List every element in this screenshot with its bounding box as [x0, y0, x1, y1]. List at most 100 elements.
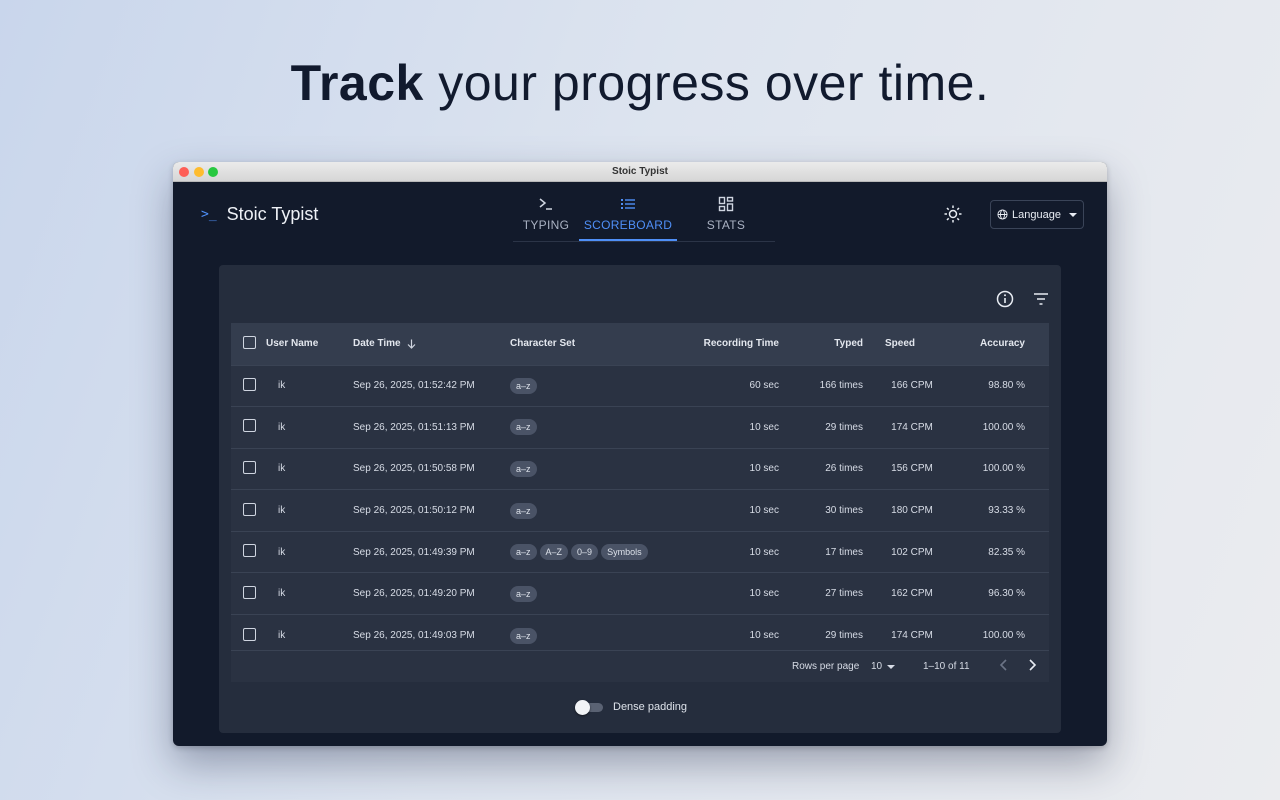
tab-stats-label: STATS — [706, 218, 746, 232]
user-name-cell: ik — [278, 505, 286, 517]
table-row[interactable]: ik Sep 26, 2025, 01:50:12 PM a–z 10 sec 30 t… — [231, 489, 1049, 532]
row-checkbox[interactable] — [243, 585, 256, 599]
select-all-cell — [231, 323, 266, 365]
table-row[interactable]: ik Sep 26, 2025, 01:52:42 PM a–z 60 sec 166 … — [231, 365, 1049, 407]
column-header-typed[interactable]: Typed — [793, 323, 873, 365]
headline-bold: Track — [290, 55, 424, 111]
table-row[interactable]: ik Sep 26, 2025, 01:51:13 PM a–z 10 sec 29 t… — [231, 406, 1049, 449]
theme-toggle-button[interactable] — [943, 204, 963, 224]
pagination-range: 1–10 of 11 — [923, 661, 970, 672]
character-set-cell: a–z A–Z 0–9 Symbols — [510, 531, 681, 573]
window-title: Stoic Typist — [612, 166, 668, 177]
scoreboard-table: User Name Date Time Character Set Record… — [231, 323, 1049, 656]
recording-time-cell: 10 sec — [749, 505, 779, 517]
character-set-cell: a–z — [510, 490, 681, 532]
headline-rest: your progress over time. — [423, 55, 990, 111]
main-tabs: TYPING SCOREBOARD STATS — [513, 182, 775, 242]
filter-icon — [1034, 293, 1048, 305]
row-checkbox[interactable] — [243, 502, 256, 516]
character-set-chip: a–z — [510, 377, 537, 394]
row-select-cell — [231, 531, 266, 573]
column-header-accuracy[interactable]: Accuracy — [951, 323, 1049, 365]
list-icon — [620, 194, 636, 214]
recording-time-cell: 10 sec — [749, 463, 779, 475]
character-set-cell: a–z — [510, 573, 681, 615]
row-checkbox[interactable] — [243, 460, 256, 474]
character-set-cell: a–z — [510, 407, 681, 449]
table-pagination: Rows per page 10 1–10 of 11 — [231, 650, 1049, 682]
accuracy-cell: 98.80 % — [988, 380, 1025, 392]
column-header-date-time[interactable]: Date Time — [353, 323, 510, 365]
table-header-row: User Name Date Time Character Set Record… — [231, 323, 1049, 365]
character-set-chip: a–z — [510, 544, 537, 561]
terminal-icon — [538, 194, 554, 214]
accuracy-cell: 100.00 % — [982, 421, 1025, 433]
panel-toolbar — [995, 289, 1051, 309]
row-select-cell — [231, 407, 266, 449]
character-set-chip: A–Z — [539, 544, 569, 561]
scoreboard-panel: User Name Date Time Character Set Record… — [219, 265, 1061, 733]
filter-button[interactable] — [1031, 289, 1051, 309]
dense-padding-control: Dense padding — [575, 700, 688, 715]
typed-cell: 29 times — [825, 421, 863, 433]
arrow-down-icon — [407, 339, 416, 349]
character-set-chip: a–z — [510, 627, 537, 644]
info-button[interactable] — [995, 289, 1015, 309]
character-set-chip: Symbols — [601, 544, 648, 561]
date-time-header-label: Date Time — [353, 338, 401, 350]
dense-padding-switch[interactable] — [575, 700, 603, 715]
character-set-cell: a–z — [510, 365, 681, 407]
tab-scoreboard[interactable]: SCOREBOARD — [579, 182, 677, 241]
column-header-recording-time[interactable]: Recording Time — [681, 323, 793, 365]
info-icon — [996, 290, 1014, 308]
recording-time-cell: 60 sec — [749, 380, 779, 392]
user-name-cell: ik — [278, 380, 286, 392]
user-name-cell: ik — [278, 588, 286, 600]
character-set-chip: a–z — [510, 419, 537, 436]
chevron-left-icon — [999, 659, 1007, 671]
table-row[interactable]: ik Sep 26, 2025, 01:49:39 PM a–z A–Z 0–9 Symb… — [231, 531, 1049, 573]
switch-knob — [575, 700, 590, 715]
row-checkbox[interactable] — [243, 377, 256, 391]
row-select-cell — [231, 365, 266, 407]
recording-time-cell: 10 sec — [749, 546, 779, 558]
table-row[interactable]: ik Sep 26, 2025, 01:49:20 PM a–z 10 sec 27 t… — [231, 572, 1049, 615]
date-time-cell: Sep 26, 2025, 01:51:13 PM — [353, 421, 475, 433]
dense-padding-label: Dense padding — [613, 701, 688, 713]
next-page-button[interactable] — [1026, 658, 1038, 675]
scoreboard-table-container: User Name Date Time Character Set Record… — [231, 323, 1049, 682]
column-header-user-name[interactable]: User Name — [266, 323, 353, 365]
select-all-checkbox[interactable] — [243, 335, 256, 349]
tab-typing[interactable]: TYPING — [513, 182, 579, 241]
brand: >_ Stoic Typist — [201, 204, 318, 225]
column-header-character-set[interactable]: Character Set — [510, 323, 681, 365]
accuracy-cell: 82.35 % — [988, 546, 1025, 558]
terminal-prompt-icon: >_ — [201, 207, 217, 222]
character-set-chip: 0–9 — [571, 544, 599, 561]
row-select-cell — [231, 573, 266, 615]
table-row[interactable]: ik Sep 26, 2025, 01:50:58 PM a–z 10 sec 26 t… — [231, 448, 1049, 490]
character-set-chip: a–z — [510, 502, 537, 519]
previous-page-button[interactable] — [998, 658, 1010, 675]
chevron-right-icon — [1029, 659, 1037, 671]
language-select-button[interactable]: Language — [990, 200, 1084, 229]
accuracy-cell: 93.33 % — [988, 505, 1025, 517]
caret-down-icon — [1068, 212, 1077, 217]
rows-per-page-select[interactable]: 10 — [871, 661, 896, 672]
row-checkbox[interactable] — [243, 544, 256, 558]
accuracy-cell: 100.00 % — [982, 463, 1025, 475]
row-checkbox[interactable] — [243, 627, 256, 641]
date-time-cell: Sep 26, 2025, 01:50:12 PM — [353, 505, 475, 517]
row-select-cell — [231, 448, 266, 490]
typed-cell: 26 times — [825, 463, 863, 475]
date-time-cell: Sep 26, 2025, 01:49:20 PM — [353, 588, 475, 600]
speed-cell: 156 CPM — [891, 463, 933, 475]
language-label: Language — [1012, 208, 1061, 221]
tab-stats[interactable]: STATS — [677, 182, 775, 241]
speed-cell: 180 CPM — [891, 505, 933, 517]
column-header-speed[interactable]: Speed — [873, 323, 951, 365]
typed-cell: 30 times — [825, 505, 863, 517]
row-checkbox[interactable] — [243, 419, 256, 433]
recording-time-cell: 10 sec — [749, 421, 779, 433]
tab-typing-label: TYPING — [522, 218, 570, 232]
